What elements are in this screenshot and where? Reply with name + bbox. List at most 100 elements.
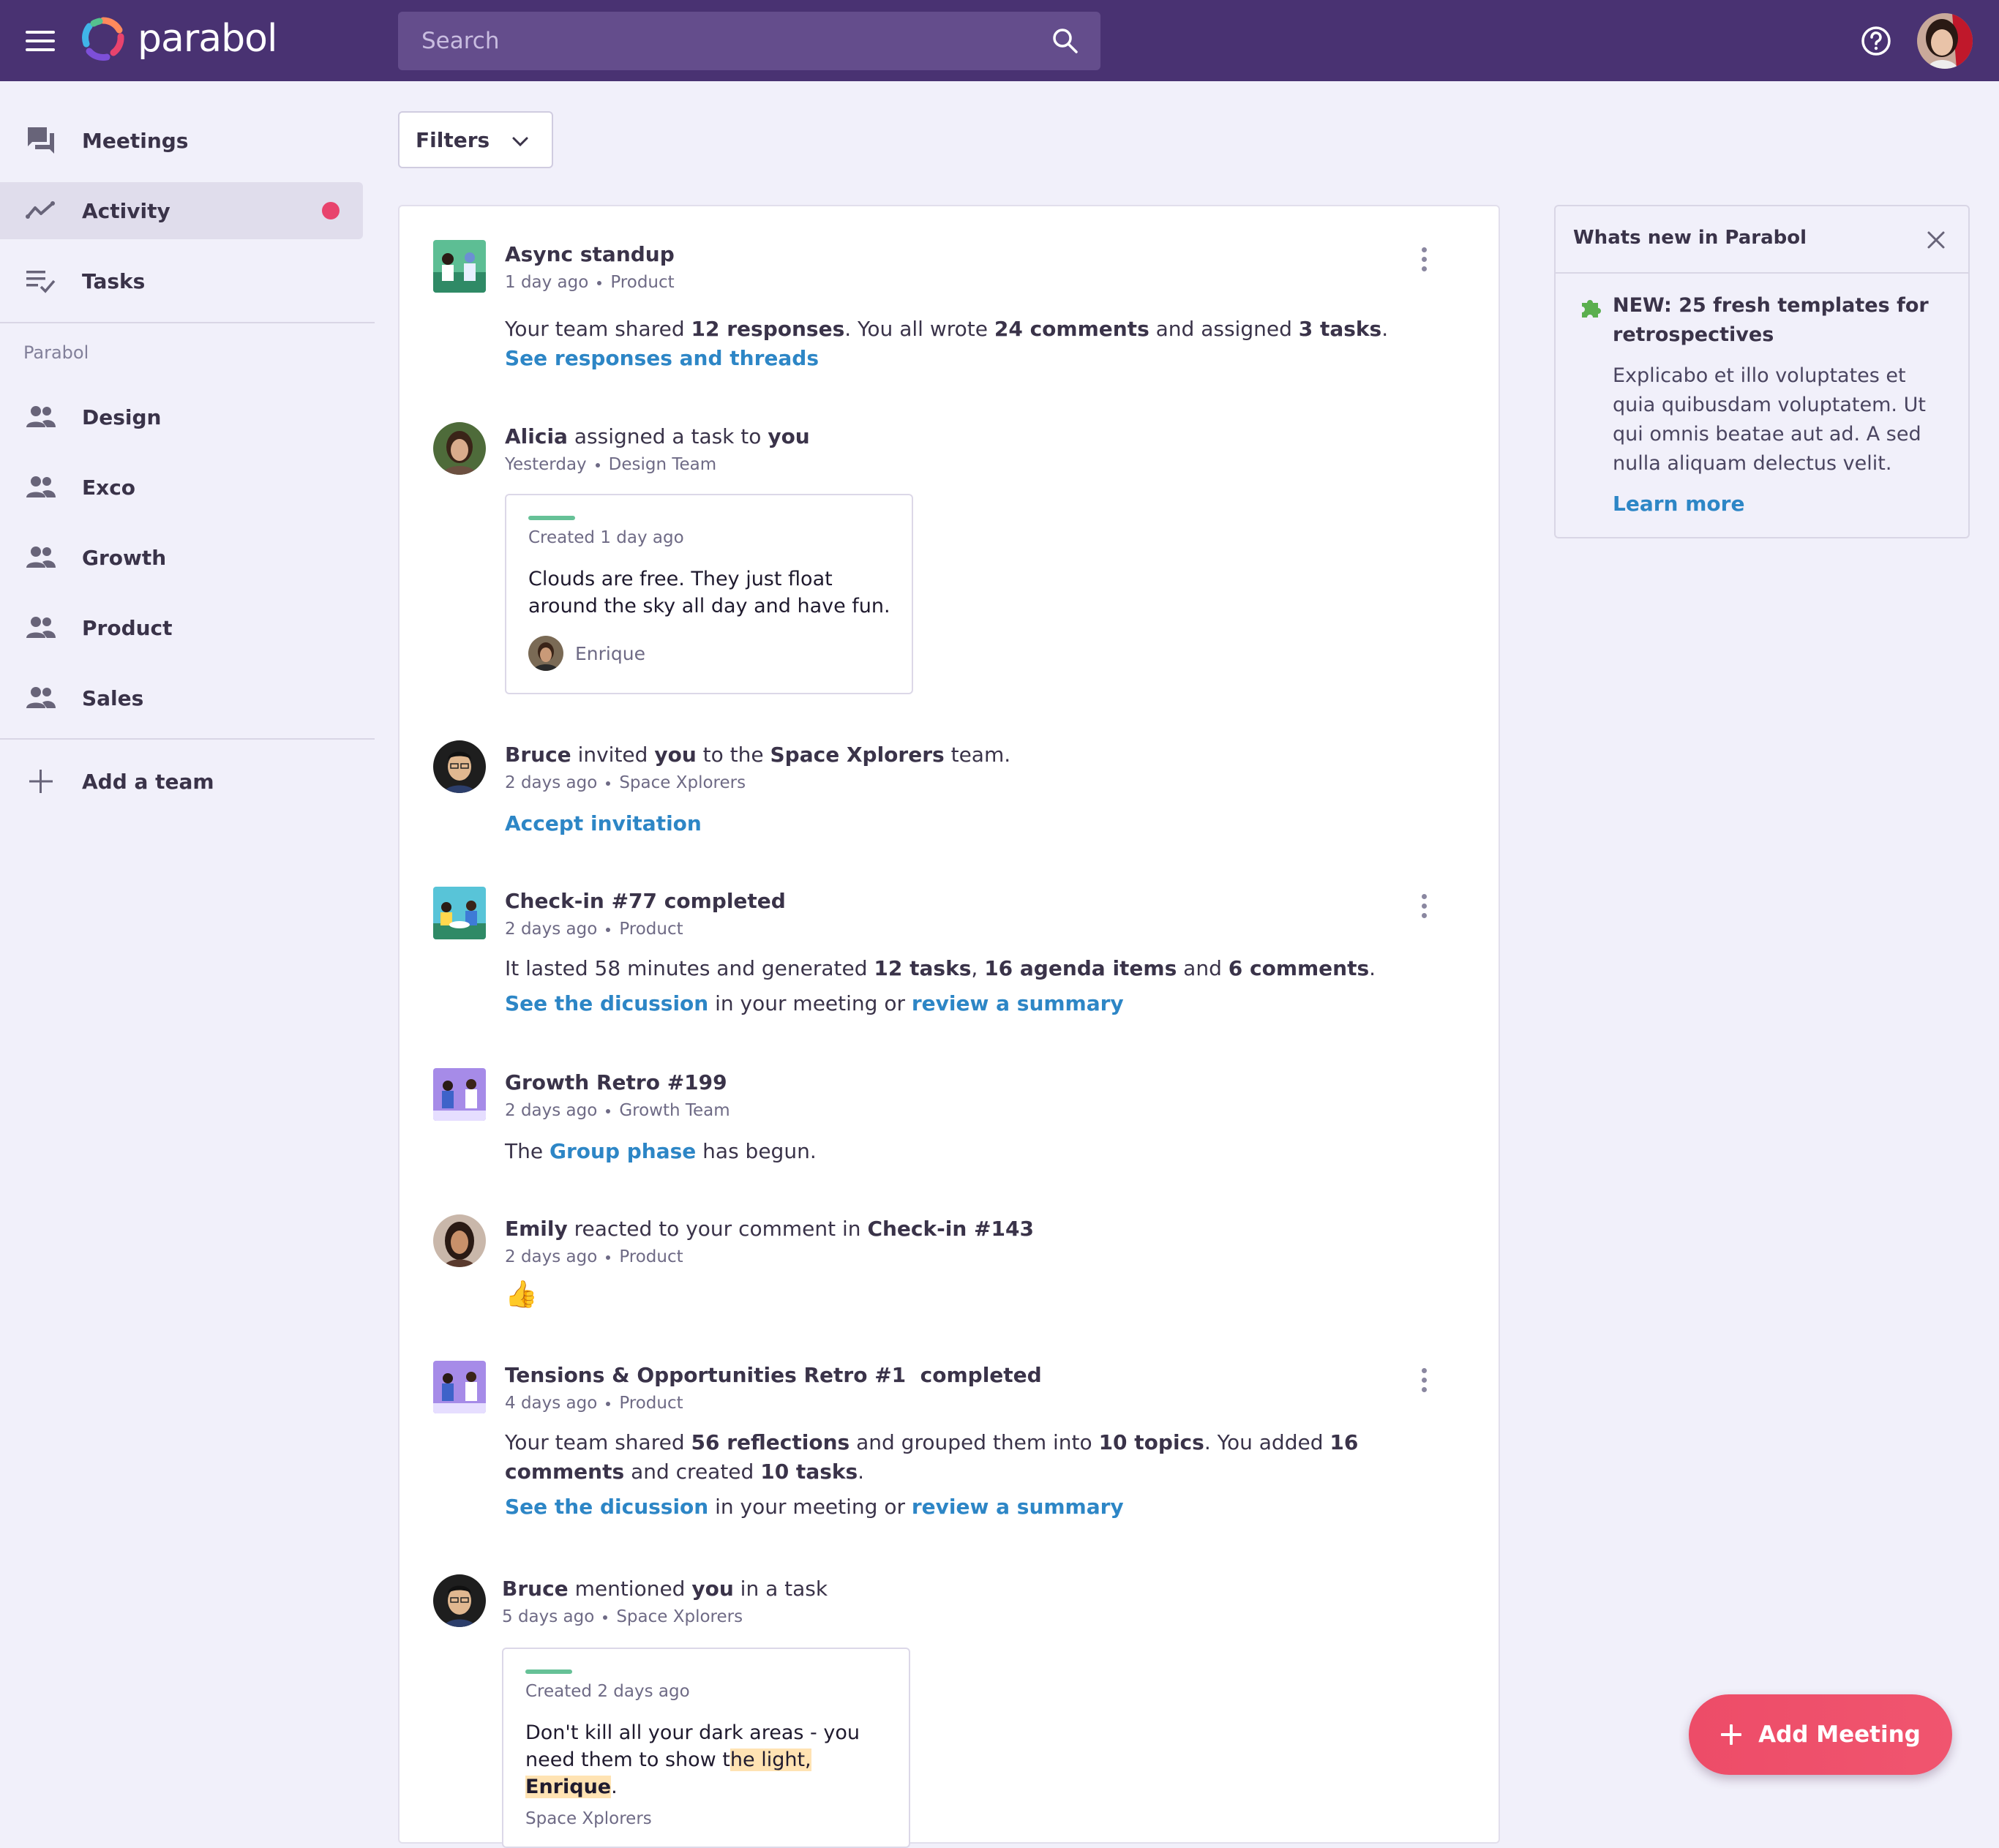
avatar	[433, 1574, 486, 1627]
avatar	[433, 422, 486, 475]
accept-invitation-link[interactable]: Accept invitation	[505, 811, 702, 835]
help-icon[interactable]	[1860, 25, 1892, 57]
task-owner-name: Enrique	[575, 642, 645, 664]
chevron-down-icon	[512, 137, 528, 147]
sidebar-item-meetings[interactable]: Meetings	[0, 112, 363, 169]
sidebar-divider	[0, 322, 375, 323]
close-icon[interactable]	[1926, 230, 1946, 250]
item-title: Check-in #77 completed	[505, 889, 786, 913]
review-summary-link[interactable]: review a summary	[912, 991, 1124, 1015]
item-meta: 2 days ago Product	[505, 1247, 683, 1266]
top-bar: parabol	[0, 0, 1999, 81]
parabol-logo-icon	[82, 17, 124, 61]
sidebar-item-exco[interactable]: Exco	[0, 459, 363, 516]
learn-more-link[interactable]: Learn more	[1613, 492, 1744, 516]
whats-new-header: Whats new in Parabol	[1556, 206, 1968, 274]
sidebar-item-label: Growth	[82, 545, 167, 570]
add-meeting-button[interactable]: Add Meeting	[1689, 1694, 1952, 1775]
group-icon	[26, 546, 56, 568]
plus-icon	[29, 770, 53, 793]
timeline-icon	[26, 201, 55, 219]
menu-icon[interactable]	[26, 31, 55, 51]
sidebar-item-activity[interactable]: Activity	[0, 182, 363, 239]
whats-new-panel: Whats new in Parabol NEW: 25 fresh templ…	[1554, 205, 1970, 538]
whats-new-headline: NEW: 25 fresh templates for retrospectiv…	[1613, 294, 1929, 346]
sidebar-section-label: Parabol	[23, 342, 89, 363]
item-summary: Your team shared 12 responses. You all w…	[505, 317, 1389, 341]
item-title: Alicia assigned a task to you	[505, 424, 810, 448]
add-meeting-label: Add Meeting	[1758, 1721, 1921, 1748]
more-options-icon[interactable]	[1419, 247, 1428, 277]
sidebar-item-label: Design	[82, 405, 162, 429]
group-icon	[26, 617, 56, 638]
sidebar-divider	[0, 738, 375, 740]
whats-new-body: Explicabo et illo voluptates et quia qui…	[1613, 364, 1926, 475]
see-discussion-link[interactable]: See the dicussion	[505, 1495, 708, 1519]
see-responses-link[interactable]: See responses and threads	[505, 346, 819, 370]
user-avatar[interactable]	[1917, 13, 1973, 69]
see-discussion-link[interactable]: See the dicussion	[505, 991, 708, 1015]
activity-feed: Async standup 1 day ago Product Your team…	[398, 205, 1500, 1848]
item-title: Async standup	[505, 242, 675, 266]
sidebar-item-tasks[interactable]: Tasks	[0, 252, 363, 309]
sidebar-item-label: Sales	[82, 686, 144, 710]
task-status-bar	[525, 1669, 572, 1674]
task-card[interactable]: Created 2 days ago Don't kill all your d…	[502, 1648, 910, 1848]
group-icon	[26, 406, 56, 427]
sidebar-item-label: Product	[82, 615, 173, 640]
item-meta: 2 days ago Space Xplorers	[505, 773, 746, 792]
task-created: Created 1 day ago	[528, 528, 684, 547]
more-options-icon[interactable]	[1419, 1368, 1428, 1397]
item-title: Tensions & Opportunities Retro #1 comple…	[505, 1363, 1042, 1387]
task-team: Space Xplorers	[525, 1809, 652, 1828]
sidebar-item-growth[interactable]: Growth	[0, 529, 363, 586]
item-summary: The Group phase has begun.	[505, 1139, 817, 1163]
search-icon[interactable]	[1051, 26, 1080, 56]
item-meta: 2 days ago Growth Team	[505, 1101, 730, 1120]
forum-icon	[28, 127, 54, 154]
task-card[interactable]: Created 1 day ago Clouds are free. They …	[505, 494, 913, 694]
meeting-illustration	[433, 240, 486, 293]
review-summary-link[interactable]: review a summary	[912, 1495, 1124, 1519]
item-title: Growth Retro #199	[505, 1070, 727, 1094]
search-bar	[398, 12, 1100, 70]
logo[interactable]: parabol	[80, 16, 277, 61]
item-title: Emily reacted to your comment in Check-i…	[505, 1217, 1034, 1241]
item-meta: 4 days ago Product	[505, 1394, 683, 1413]
filters-dropdown[interactable]: Filters	[398, 111, 553, 168]
user-avatar-image	[1917, 13, 1973, 69]
add-team-button[interactable]: Add a team	[0, 753, 363, 810]
more-options-icon[interactable]	[1419, 894, 1428, 923]
meeting-illustration	[433, 1068, 486, 1121]
item-meta: 1 day ago Product	[505, 273, 675, 292]
item-summary: Your team shared 56 reflections and grou…	[505, 1430, 1359, 1484]
item-title: Bruce invited you to the Space Xplorers …	[505, 743, 1011, 767]
avatar	[528, 636, 563, 671]
link-separator-text: in your meeting or	[708, 1495, 912, 1519]
notification-dot	[322, 202, 340, 219]
sidebar-item-sales[interactable]: Sales	[0, 669, 363, 726]
sidebar-item-product[interactable]: Product	[0, 599, 363, 656]
sidebar-item-label: Meetings	[82, 128, 189, 153]
group-icon	[26, 687, 56, 708]
link-separator-text: in your meeting or	[708, 991, 912, 1015]
puzzle-icon	[1582, 300, 1601, 318]
item-title: Bruce mentioned you in a task	[502, 1577, 828, 1601]
avatar	[433, 740, 486, 793]
item-meta: 5 days ago Space Xplorers	[502, 1607, 743, 1626]
search-input[interactable]	[421, 28, 1021, 54]
sidebar-item-design[interactable]: Design	[0, 388, 363, 446]
playlist-check-icon	[26, 271, 56, 293]
group-phase-link[interactable]: Group phase	[550, 1139, 696, 1163]
avatar	[433, 1214, 486, 1267]
task-owner: Enrique	[528, 636, 645, 671]
group-icon	[26, 476, 56, 497]
task-status-bar	[528, 516, 575, 520]
add-team-label: Add a team	[82, 769, 214, 794]
filters-label: Filters	[416, 127, 490, 152]
app-name: parabol	[138, 17, 277, 61]
whats-new-title: Whats new in Parabol	[1573, 227, 1807, 249]
item-summary: It lasted 58 minutes and generated 12 ta…	[505, 956, 1376, 980]
sidebar-item-label: Exco	[82, 475, 136, 500]
plus-icon	[1721, 1724, 1742, 1745]
